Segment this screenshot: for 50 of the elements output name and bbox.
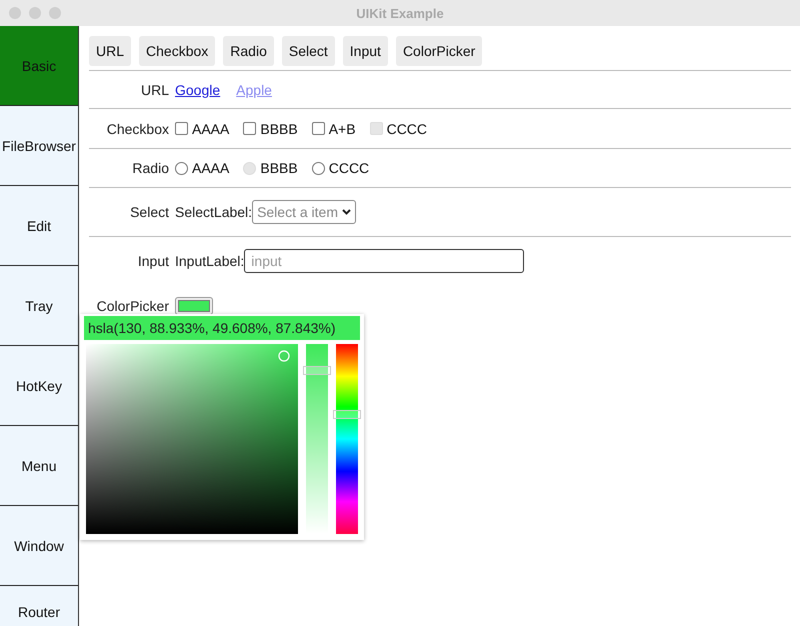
row-label: URL — [140, 82, 169, 98]
sidebar-item[interactable]: Menu — [0, 426, 78, 506]
alpha-slider[interactable] — [306, 344, 328, 534]
radio-button[interactable] — [175, 162, 188, 174]
window-control-icon[interactable] — [9, 7, 21, 19]
row-label: Input — [136, 253, 169, 269]
toolbar-button[interactable]: Checkbox — [139, 36, 216, 66]
checkbox-label: AAAA — [192, 120, 230, 136]
field-label: SelectLabel: — [175, 204, 252, 220]
sidebar-item[interactable]: FileBrowser — [0, 106, 78, 186]
sidebar-item[interactable]: Window — [0, 506, 78, 586]
field-label: InputLabel: — [175, 253, 244, 269]
slider-thumb[interactable] — [303, 366, 331, 376]
toolbar-button[interactable]: ColorPicker — [396, 36, 482, 66]
row-label: Radio — [131, 160, 169, 176]
toolbar-button[interactable]: URL — [89, 36, 132, 66]
sidebar-item[interactable]: Tray — [0, 266, 78, 346]
checkbox-label: BBBB — [260, 120, 298, 136]
sidebar-item[interactable]: Router — [0, 586, 78, 626]
sidebar-item[interactable]: Edit — [0, 186, 78, 266]
toolbar-button[interactable]: Select — [282, 36, 335, 66]
window-title: UIKit Example — [355, 6, 445, 20]
input-field[interactable]: input — [244, 249, 524, 273]
toolbar-button[interactable]: Input — [342, 36, 388, 66]
row-label: Select — [129, 204, 169, 220]
select-field[interactable]: Select a item — [252, 200, 356, 224]
saturation-value-area[interactable] — [86, 344, 298, 534]
checkbox-label: CCCC — [386, 120, 428, 136]
sidebar-item[interactable]: HotKey — [0, 346, 78, 426]
radio-button[interactable] — [312, 162, 325, 174]
row-label: ColorPicker — [96, 298, 169, 314]
checkbox-label: A+B — [328, 120, 356, 136]
sidebar-item[interactable]: Basic — [0, 26, 78, 106]
radio-label: BBBB — [260, 160, 298, 176]
checkbox[interactable] — [312, 122, 325, 135]
slider-thumb[interactable] — [333, 410, 361, 420]
row-label: Checkbox — [106, 120, 169, 136]
chevron-down-icon — [342, 209, 351, 215]
window-control-icon[interactable] — [29, 7, 41, 19]
picker-handle-icon[interactable] — [278, 350, 290, 362]
checkbox[interactable] — [175, 122, 188, 135]
link[interactable]: Google — [175, 82, 220, 98]
radio-label: AAAA — [192, 160, 230, 176]
window-control-icon[interactable] — [49, 7, 61, 19]
hue-slider[interactable] — [336, 344, 358, 534]
color-value: hsla(130, 88.933%, 49.608%, 87.843%) — [84, 316, 360, 340]
checkbox[interactable] — [243, 122, 256, 135]
radio-label: CCCC — [328, 160, 370, 176]
toolbar-button[interactable]: Radio — [223, 36, 274, 66]
color-swatch[interactable] — [175, 297, 213, 315]
